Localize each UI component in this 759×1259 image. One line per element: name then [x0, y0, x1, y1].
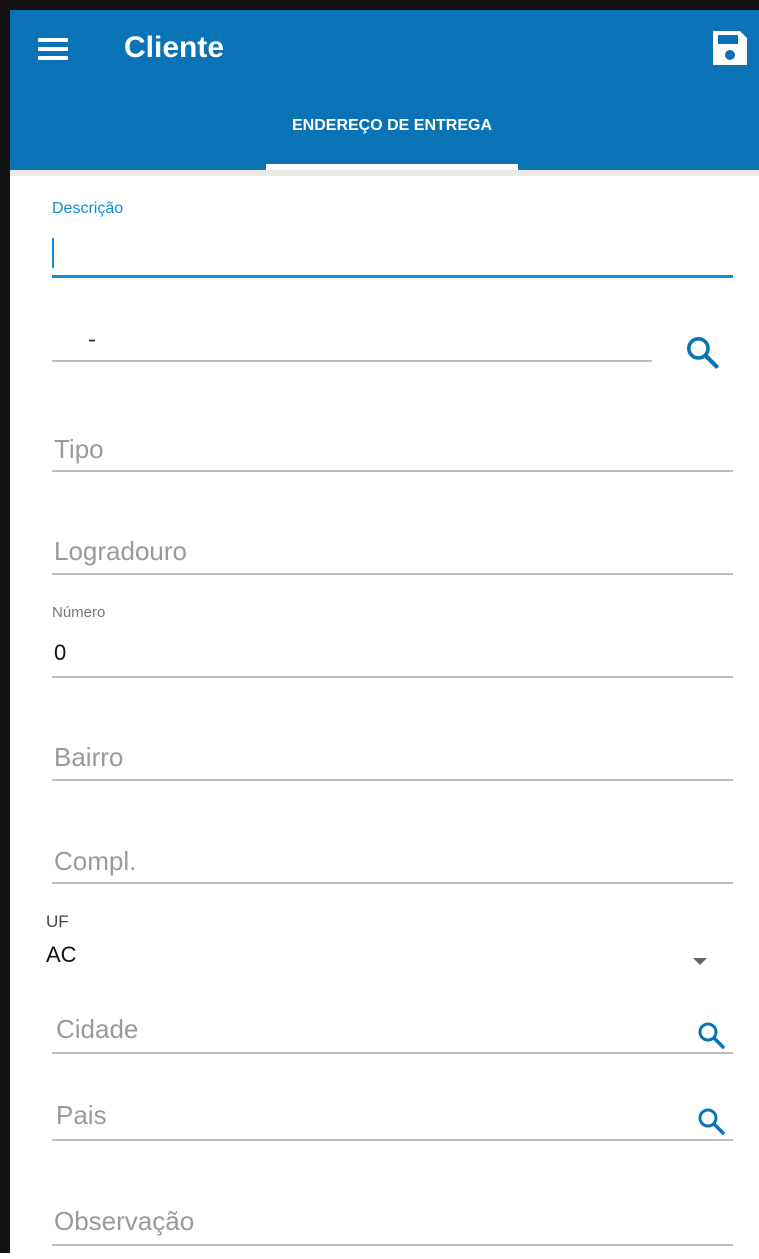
save-icon[interactable]: [710, 28, 750, 68]
text-caret: [52, 238, 54, 268]
menu-icon[interactable]: [38, 38, 68, 60]
numero-underline: [52, 676, 733, 678]
cidade-underline: [52, 1052, 733, 1054]
chevron-down-icon: [693, 958, 707, 965]
cidade-input[interactable]: Cidade: [52, 1006, 682, 1052]
uf-label: UF: [46, 912, 69, 931]
search-icon[interactable]: [696, 1020, 726, 1050]
compl-underline: [52, 882, 733, 884]
bairro-placeholder: Bairro: [54, 742, 124, 772]
address-form: Descrição - Tipo Logradouro Número 0 Bai…: [10, 170, 759, 1259]
numero-input[interactable]: 0: [52, 631, 733, 675]
uf-select[interactable]: AC: [46, 936, 716, 976]
descricao-input[interactable]: [52, 226, 733, 276]
cep-underline: [52, 360, 652, 362]
uf-value: AC: [46, 942, 77, 967]
cep-input[interactable]: -: [52, 316, 652, 362]
window-frame-left: [0, 0, 10, 1253]
pais-underline: [52, 1139, 733, 1141]
compl-placeholder: Compl.: [54, 846, 137, 876]
tipo-placeholder: Tipo: [54, 434, 104, 464]
tipo-input[interactable]: Tipo: [52, 424, 733, 470]
observacao-input[interactable]: Observação: [52, 1198, 733, 1244]
pais-input[interactable]: Pais: [52, 1092, 682, 1138]
observacao-underline: [52, 1244, 733, 1246]
bairro-underline: [52, 779, 733, 781]
search-icon[interactable]: [684, 334, 720, 370]
numero-label: Número: [52, 604, 106, 621]
bairro-input[interactable]: Bairro: [52, 732, 733, 778]
page-title: Cliente: [124, 31, 225, 64]
tipo-underline: [52, 470, 733, 472]
pais-placeholder: Pais: [56, 1100, 107, 1130]
observacao-placeholder: Observação: [54, 1206, 195, 1236]
tab-endereco-de-entrega[interactable]: ENDEREÇO DE ENTREGA: [266, 114, 518, 170]
cep-value: -: [88, 326, 96, 353]
logradouro-underline: [52, 573, 733, 575]
descricao-underline: [52, 275, 733, 278]
descricao-label: Descrição: [52, 200, 124, 217]
cidade-placeholder: Cidade: [56, 1014, 139, 1044]
logradouro-input[interactable]: Logradouro: [52, 526, 733, 572]
app-bar: Cliente ENDEREÇO DE ENTREGA: [10, 10, 759, 170]
numero-value: 0: [54, 640, 67, 665]
compl-input[interactable]: Compl.: [52, 836, 733, 882]
logradouro-placeholder: Logradouro: [54, 536, 187, 566]
search-icon[interactable]: [696, 1106, 726, 1136]
window-frame-top: [0, 0, 759, 10]
